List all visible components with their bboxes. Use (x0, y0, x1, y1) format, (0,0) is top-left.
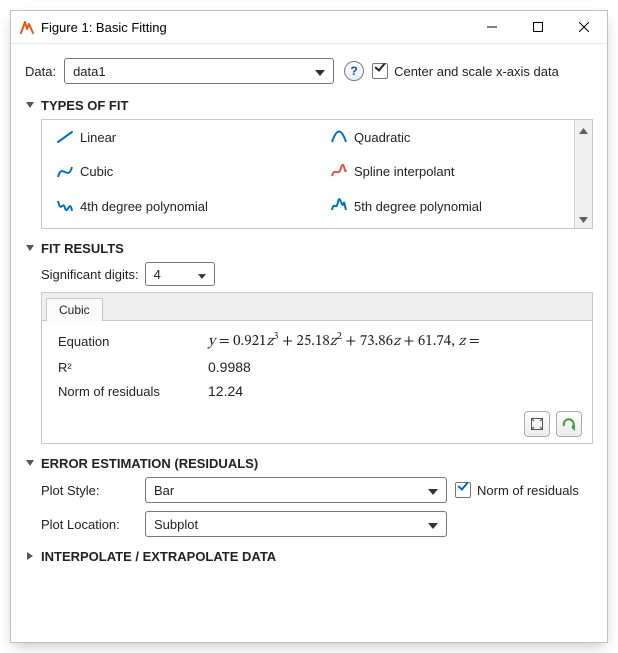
help-icon[interactable]: ? (344, 61, 364, 81)
collapse-icon (25, 456, 37, 471)
section-title: Types of Fit (41, 98, 128, 113)
section-interpolate: Interpolate / Extrapolate Data (25, 549, 593, 564)
titlebar: Figure 1: Basic Fitting (11, 11, 607, 44)
plot-location-row: Plot Location: Subplot (41, 511, 593, 537)
export-button[interactable] (556, 411, 582, 437)
data-label: Data: (25, 64, 56, 79)
fit-type-item-poly4[interactable]: 4th degree polynomial (50, 195, 314, 217)
window-title: Figure 1: Basic Fitting (41, 20, 469, 35)
section-header-error-estimation[interactable]: Error Estimation (Residuals) (25, 456, 593, 471)
tab-cubic[interactable]: Cubic (46, 298, 103, 321)
fit-type-item-cubic[interactable]: Cubic (50, 161, 314, 183)
collapse-icon (25, 98, 37, 113)
data-select[interactable]: data1 (64, 58, 334, 84)
collapse-icon (25, 241, 37, 256)
norm-residuals-plot-checkbox[interactable]: Norm of residuals (455, 482, 579, 498)
window: Figure 1: Basic Fitting Data: data1 (10, 10, 608, 643)
plot-style-select[interactable]: Bar (145, 477, 447, 503)
r2-checkbox[interactable]: R² (52, 360, 202, 375)
section-error-estimation: Error Estimation (Residuals) Plot Style:… (25, 456, 593, 537)
minimize-button[interactable] (469, 11, 515, 43)
curve-linear-icon (56, 129, 74, 145)
scroll-up-icon (579, 122, 588, 137)
fit-type-item-quadratic[interactable]: Quadratic (324, 126, 588, 148)
curve-poly4-icon (56, 198, 74, 214)
plot-location-label: Plot Location: (41, 517, 145, 532)
client-area: Data: data1 ? Center and scale x-axis da… (11, 44, 607, 642)
fit-results-panel: Cubic Equation y = 0.921z3 + 25.18z2 + (41, 292, 593, 444)
center-scale-checkbox[interactable]: Center and scale x-axis data (372, 63, 559, 79)
section-title: Interpolate / Extrapolate Data (41, 549, 276, 564)
norm-residuals-checkbox[interactable]: Norm of residuals (52, 384, 202, 399)
expand-button[interactable] (524, 411, 550, 437)
sigdig-label: Significant digits: (41, 267, 139, 282)
curve-poly5-icon (330, 198, 348, 214)
fit-type-item-poly5[interactable]: 5th degree polynomial (324, 195, 588, 217)
section-types-of-fit: Types of Fit Linear (25, 98, 593, 229)
section-fit-results: Fit Results Significant digits: 4 (25, 241, 593, 444)
data-row: Data: data1 ? Center and scale x-axis da… (25, 58, 593, 84)
maximize-button[interactable] (515, 11, 561, 43)
section-header-types-of-fit[interactable]: Types of Fit (25, 98, 593, 113)
section-header-fit-results[interactable]: Fit Results (25, 241, 593, 256)
curve-quadratic-icon (330, 129, 348, 145)
plot-style-row: Plot Style: Bar Norm of residuals (41, 477, 593, 503)
center-scale-label: Center and scale x-axis data (394, 64, 559, 79)
significant-digits-row: Significant digits: 4 (41, 262, 593, 286)
scroll-down-icon (579, 211, 588, 226)
equation-value: y = 0.921z3 + 25.18z2 + 73.86z + 61.74, … (208, 331, 582, 351)
window-buttons (469, 11, 607, 43)
close-button[interactable] (561, 11, 607, 43)
fit-type-item-linear[interactable]: Linear (50, 126, 314, 148)
r2-value: 0.9988 (208, 359, 582, 375)
curve-cubic-icon (56, 164, 74, 180)
fit-type-item-spline[interactable]: Spline interpolant (324, 161, 588, 183)
chevron-down-icon (428, 483, 438, 498)
plot-location-select[interactable]: Subplot (145, 511, 447, 537)
checkbox-icon (372, 63, 388, 79)
chevron-down-icon (315, 64, 325, 79)
section-header-interpolate[interactable]: Interpolate / Extrapolate Data (25, 549, 593, 564)
vertical-scrollbar[interactable] (574, 120, 592, 228)
chevron-down-icon (428, 517, 438, 532)
app-icon (19, 19, 35, 35)
data-select-value: data1 (73, 64, 309, 79)
section-title: Error Estimation (Residuals) (41, 456, 258, 471)
plot-style-label: Plot Style: (41, 483, 145, 498)
section-title: Fit Results (41, 241, 124, 256)
equation-checkbox[interactable]: Equation (52, 334, 202, 349)
expand-icon (25, 549, 37, 564)
sigdig-select[interactable]: 4 (145, 262, 215, 286)
fit-type-list: Linear Quadratic (41, 119, 593, 229)
chevron-down-icon (198, 267, 206, 282)
checkbox-icon (455, 482, 471, 498)
norm-residuals-value: 12.24 (208, 383, 582, 399)
curve-spline-icon (330, 164, 348, 180)
